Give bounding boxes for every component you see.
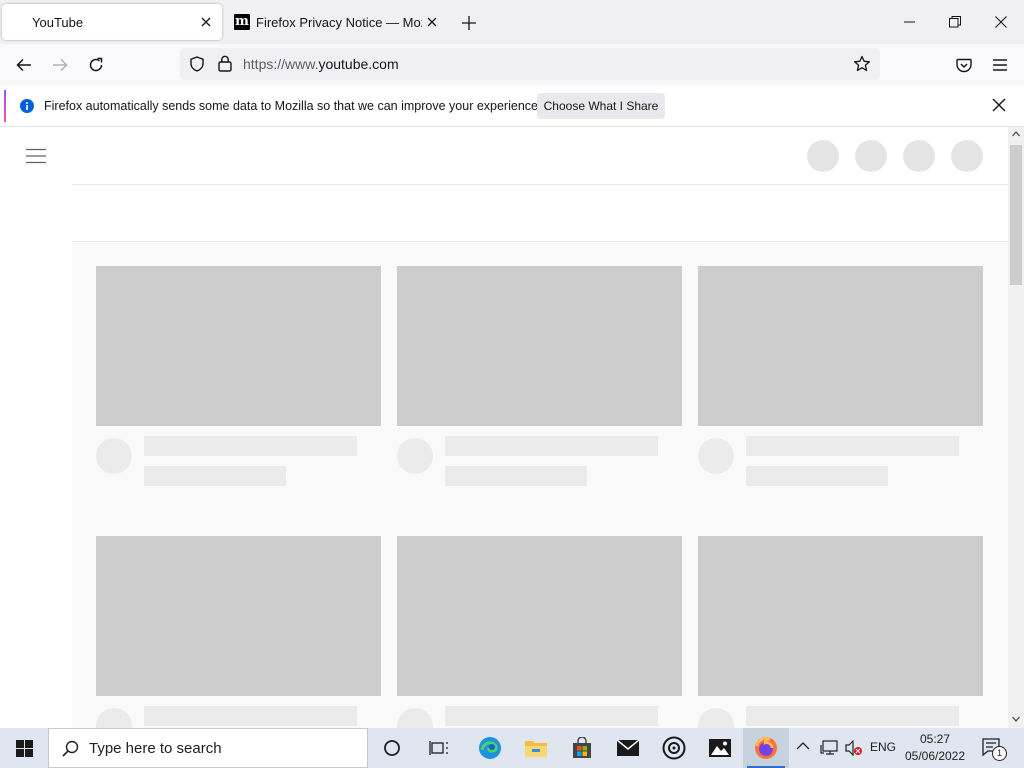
scroll-down-icon[interactable] — [1012, 716, 1020, 722]
back-icon[interactable] — [9, 50, 39, 80]
title-placeholder — [746, 436, 959, 456]
photos-icon[interactable] — [697, 728, 743, 768]
video-thumbnail-placeholder — [96, 536, 381, 696]
clock-date: 05/06/2022 — [904, 749, 966, 763]
firefox-taskbar-icon[interactable] — [743, 728, 789, 768]
tab-firefox-privacy[interactable]: m Firefox Privacy Notice — Mozilla — [226, 4, 448, 40]
meta-placeholder — [445, 466, 587, 486]
meta-placeholder — [144, 466, 286, 486]
input-language-indicator[interactable]: ENG — [870, 740, 896, 754]
media-app-icon[interactable] — [651, 728, 697, 768]
video-thumbnail-placeholder — [397, 266, 682, 426]
close-notification-icon[interactable] — [992, 98, 1006, 112]
video-thumbnail-placeholder — [397, 536, 682, 696]
pocket-icon[interactable] — [949, 50, 979, 80]
tab-title: Firefox Privacy Notice — Mozilla — [256, 14, 422, 30]
mozilla-favicon-icon: m — [234, 14, 250, 30]
title-placeholder — [144, 706, 357, 726]
url-text[interactable]: https://www.youtube.com — [243, 56, 399, 72]
yt-guide-menu-icon[interactable] — [26, 148, 46, 164]
yt-masthead — [72, 127, 1008, 185]
channel-avatar-placeholder — [698, 708, 734, 728]
yt-chip-bar — [72, 185, 1008, 242]
close-window-icon[interactable] — [978, 0, 1024, 44]
tab-youtube[interactable]: YouTube — [2, 4, 222, 40]
info-icon — [20, 99, 34, 113]
video-thumbnail-placeholder — [698, 536, 983, 696]
header-placeholder-circle — [855, 140, 887, 172]
tab-title: YouTube — [32, 14, 84, 30]
meta-placeholder — [746, 466, 888, 486]
notification-message: Firefox automatically sends some data to… — [44, 99, 542, 113]
file-explorer-icon[interactable] — [513, 728, 559, 768]
reload-icon[interactable] — [81, 50, 111, 80]
minimize-icon[interactable] — [886, 0, 932, 44]
yt-sidebar — [0, 127, 72, 728]
show-hidden-icons-chevron-icon[interactable] — [796, 741, 810, 751]
forward-icon[interactable] — [45, 50, 75, 80]
title-placeholder — [746, 706, 959, 726]
title-placeholder — [445, 706, 658, 726]
header-placeholder-circle — [951, 140, 983, 172]
lock-icon[interactable] — [218, 55, 232, 72]
action-center-icon[interactable]: 1 — [982, 738, 1007, 761]
title-placeholder — [445, 436, 658, 456]
task-view-icon[interactable] — [416, 728, 462, 768]
taskbar-search-box[interactable]: Type here to search — [48, 728, 368, 768]
notification-accent — [4, 90, 6, 122]
bookmark-star-icon[interactable] — [853, 55, 871, 73]
search-placeholder: Type here to search — [89, 740, 222, 757]
channel-avatar-placeholder — [96, 438, 132, 474]
search-icon — [62, 740, 79, 757]
url-host: youtube.com — [318, 56, 399, 72]
scrollbar-thumb[interactable] — [1010, 145, 1022, 285]
microsoft-store-icon[interactable] — [559, 728, 605, 768]
choose-what-i-share-button[interactable]: Choose What I Share — [537, 93, 665, 119]
new-tab-icon[interactable] — [458, 12, 480, 34]
channel-avatar-placeholder — [397, 438, 433, 474]
tab-strip: YouTube m Firefox Privacy Notice — Mozil… — [0, 0, 1024, 44]
channel-avatar-placeholder — [397, 708, 433, 728]
volume-muted-icon[interactable] — [845, 740, 863, 756]
data-collection-notification: Firefox automatically sends some data to… — [0, 86, 1024, 127]
windows-taskbar: Type here to search ENG 05:27 05/06/2022 — [0, 728, 1024, 768]
edge-browser-icon[interactable] — [467, 728, 513, 768]
network-icon[interactable] — [820, 740, 838, 756]
clock-time: 05:27 — [919, 732, 951, 746]
windows-start-icon[interactable] — [0, 728, 48, 768]
url-prefix: https://www. — [243, 56, 319, 72]
header-placeholder-circle — [807, 140, 839, 172]
system-clock[interactable]: 05:27 05/06/2022 — [902, 731, 968, 765]
vertical-scrollbar[interactable] — [1008, 127, 1024, 728]
restore-icon[interactable] — [932, 0, 978, 44]
notification-count-badge: 1 — [992, 746, 1007, 761]
close-tab-icon[interactable] — [196, 12, 216, 32]
tracking-protection-shield-icon[interactable] — [189, 56, 205, 72]
page-content — [0, 127, 1008, 728]
address-bar[interactable]: https://www.youtube.com — [180, 48, 880, 80]
channel-avatar-placeholder — [96, 708, 132, 728]
header-placeholder-circle — [903, 140, 935, 172]
close-tab-icon[interactable] — [422, 12, 442, 32]
navigation-toolbar: https://www.youtube.com — [0, 44, 1024, 86]
channel-avatar-placeholder — [698, 438, 734, 474]
title-placeholder — [144, 436, 357, 456]
mail-icon[interactable] — [605, 728, 651, 768]
cortana-icon[interactable] — [369, 728, 415, 768]
scroll-up-icon[interactable] — [1012, 131, 1020, 137]
video-thumbnail-placeholder — [96, 266, 381, 426]
video-thumbnail-placeholder — [698, 266, 983, 426]
app-menu-icon[interactable] — [985, 50, 1015, 80]
